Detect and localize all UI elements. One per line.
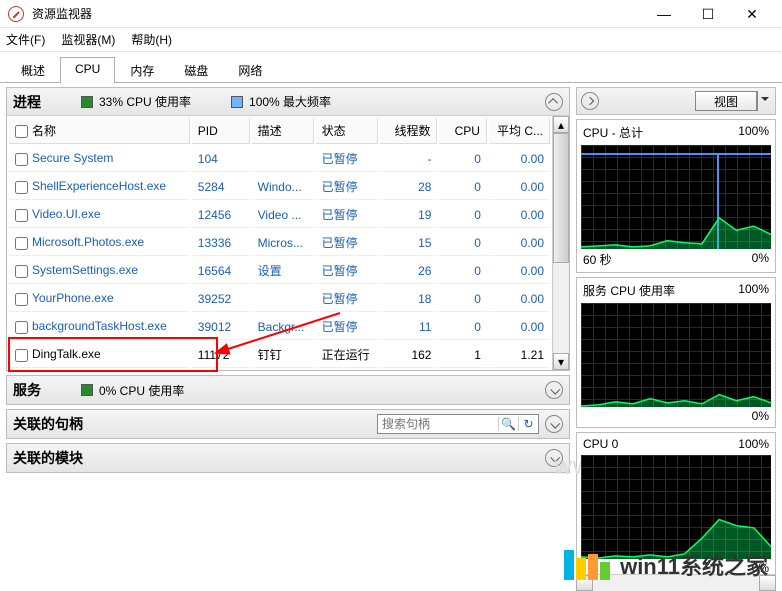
tab-bar: 概述 CPU 内存 磁盘 网络 [0,56,782,83]
process-table: 名称 PID 描述 状态 线程数 CPU 平均 C... Secure Syst… [7,116,552,370]
max-freq-stat: 100% 最大频率 [231,93,331,110]
titlebar: 资源监视器 — ☐ ✕ [0,0,782,28]
row-checkbox[interactable] [15,321,28,334]
col-desc[interactable]: 描述 [252,118,314,144]
section-modules: 关联的模块 [6,443,570,473]
tab-network[interactable]: 网络 [223,57,277,83]
scroll-thumb[interactable] [553,133,569,263]
scroll-up-button[interactable]: ▴ [553,116,569,133]
watermark: www.relsound.com [555,453,576,481]
view-button[interactable]: 视图 [695,91,757,111]
right-panel-header: 视图 [576,87,776,115]
cpu-graph: 服务 CPU 使用率100%0% [576,277,776,428]
col-pid[interactable]: PID [192,118,250,144]
cpu-usage-stat: 33% CPU 使用率 [81,93,191,110]
section-handles-title: 关联的句柄 [13,414,83,434]
scroll-down-button[interactable]: ▾ [553,353,569,370]
tab-memory[interactable]: 内存 [115,57,169,83]
services-cpu-stat: 0% CPU 使用率 [81,382,184,399]
row-checkbox[interactable] [15,349,28,362]
col-avgcpu[interactable]: 平均 C... [489,118,550,144]
section-modules-header[interactable]: 关联的模块 [7,444,569,472]
col-name[interactable]: 名称 [9,118,190,144]
section-handles-header[interactable]: 关联的句柄 🔍 ↻ [7,410,569,438]
section-services-title: 服务 [13,380,41,400]
section-handles: 关联的句柄 🔍 ↻ [6,409,570,439]
expand-icon[interactable] [545,381,563,399]
view-dropdown-icon[interactable] [757,91,771,111]
cpu-graph: CPU - 总计100%60 秒0% [576,119,776,273]
row-checkbox[interactable] [15,293,28,306]
menu-help[interactable]: 帮助(H) [131,31,172,48]
menu-monitor[interactable]: 监视器(M) [61,31,115,48]
col-cpu[interactable]: CPU [439,118,487,144]
section-processes-title: 进程 [13,92,41,112]
close-button[interactable]: ✕ [730,0,774,28]
table-row[interactable]: SystemSettings.exe16564设置已暂停2600.00 [9,258,550,284]
table-row[interactable]: DingTalk.exe11172钉钉正在运行16211.21 [9,342,550,368]
menubar: 文件(F) 监视器(M) 帮助(H) [0,28,782,52]
brand-logo: win11系统之家 [564,549,768,581]
brand-text: win11系统之家 [620,549,768,581]
row-checkbox[interactable] [15,153,28,166]
table-row[interactable]: Microsoft.Photos.exe13336Micros...已暂停150… [9,230,550,256]
row-checkbox[interactable] [15,209,28,222]
table-row[interactable]: ShellExperienceHost.exe5284Windo...已暂停28… [9,174,550,200]
maximize-button[interactable]: ☐ [686,0,730,28]
expand-icon[interactable] [545,415,563,433]
table-row[interactable]: YourPhone.exe39252已暂停1800.00 [9,286,550,312]
table-row[interactable]: Secure System104已暂停-00.00 [9,146,550,172]
table-row[interactable]: Video.UI.exe12456Video ...已暂停1900.00 [9,202,550,228]
row-checkbox[interactable] [15,181,28,194]
section-services: 服务 0% CPU 使用率 [6,375,570,405]
section-services-header[interactable]: 服务 0% CPU 使用率 [7,376,569,404]
app-icon [8,6,24,22]
row-checkbox[interactable] [15,237,28,250]
tab-disk[interactable]: 磁盘 [169,57,223,83]
collapse-icon[interactable] [545,93,563,111]
search-icon[interactable]: 🔍 [498,417,518,431]
select-all-checkbox[interactable] [15,125,28,138]
col-status[interactable]: 状态 [316,118,378,144]
section-processes-header[interactable]: 进程 33% CPU 使用率 100% 最大频率 [7,88,569,116]
search-handles: 🔍 ↻ [377,414,539,434]
refresh-icon[interactable]: ↻ [518,417,538,431]
row-checkbox[interactable] [15,265,28,278]
section-processes: 进程 33% CPU 使用率 100% 最大频率 名称 PID 描述 [6,87,570,371]
tab-overview[interactable]: 概述 [6,57,60,83]
tab-cpu[interactable]: CPU [60,57,115,83]
menu-file[interactable]: 文件(F) [6,31,45,48]
search-handles-input[interactable] [378,417,498,431]
section-modules-title: 关联的模块 [13,448,83,468]
col-threads[interactable]: 线程数 [380,118,438,144]
window-title: 资源监视器 [32,5,642,22]
table-row[interactable]: backgroundTaskHost.exe39012Backgr...已暂停1… [9,314,550,340]
panel-collapse-icon[interactable] [581,92,599,110]
minimize-button[interactable]: — [642,0,686,28]
process-scrollbar[interactable]: ▴ ▾ [552,116,569,370]
